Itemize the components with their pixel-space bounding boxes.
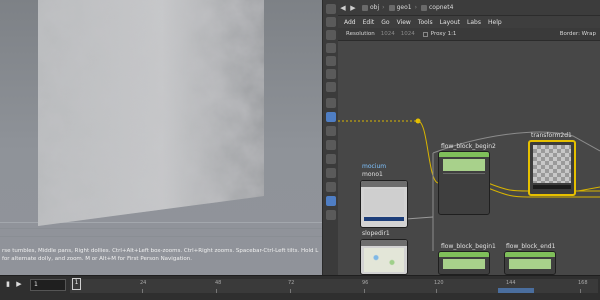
tick-label: 120	[434, 280, 444, 286]
proxy-label: Proxy 1:1	[430, 31, 457, 37]
timeline-track[interactable]: 24 48 72 96 120 144 168	[70, 279, 598, 293]
navigation-help-text: rse tumbles, Middle pans, Right dollies.…	[2, 248, 319, 262]
node-label-mono1: mono1	[362, 171, 383, 178]
tick-mark	[364, 289, 365, 293]
handle-tool-icon[interactable]	[326, 17, 336, 27]
background-tool-icon[interactable]	[326, 196, 336, 206]
geometry-icon	[388, 4, 395, 11]
grid-tool-icon[interactable]	[326, 56, 336, 66]
wireframe-tool-icon[interactable]	[326, 112, 336, 122]
lighting-tool-icon[interactable]	[326, 82, 336, 92]
normal-display-icon[interactable]	[326, 154, 336, 164]
tick-label: 144	[506, 280, 516, 286]
network-menubar: Add Edit Go View Tools Layout Labs Help	[338, 16, 600, 28]
stats-tool-icon[interactable]	[326, 210, 336, 220]
current-frame-field[interactable]: 1	[30, 279, 66, 291]
node-label-flow-begin1: flow_block_begin1	[441, 243, 496, 250]
node-label-flow-begin2: flow_block_begin2	[441, 143, 496, 150]
playbar: ▮ ▶ 1 24 48 72 96 120 144 168 1	[0, 275, 600, 300]
back-icon[interactable]: ◀	[338, 4, 348, 12]
node-flag-bar	[439, 152, 489, 157]
tick-label: 48	[215, 280, 222, 286]
houdini-window: rse tumbles, Middle pans, Right dollies.…	[0, 0, 600, 300]
camera-tool-icon[interactable]	[326, 30, 336, 40]
resolution-width[interactable]: 1024	[381, 31, 395, 37]
menu-labs[interactable]: Labs	[467, 19, 481, 26]
node-type-mono: mocium	[362, 163, 387, 170]
display-tool-icon[interactable]	[326, 69, 336, 79]
primitive-display-icon[interactable]	[326, 168, 336, 178]
copnet-icon	[420, 4, 427, 11]
scene-viewport[interactable]: rse tumbles, Middle pans, Right dollies.…	[0, 0, 322, 275]
tick-mark	[142, 289, 143, 293]
forward-icon[interactable]: ▶	[348, 4, 358, 12]
border-mode[interactable]: Border: Wrap	[560, 31, 596, 37]
network-editor[interactable]: ◀ ▶ obj › geo1 › copnet4 Add Edit Go View …	[338, 0, 600, 275]
node-thumbnail	[443, 259, 485, 269]
node-label-flow-end1: flow_block_end1	[506, 243, 556, 250]
breadcrumb-geo1[interactable]: geo1 ›	[388, 4, 417, 11]
shading-tool-icon[interactable]	[326, 98, 336, 108]
tick-label: 24	[140, 280, 147, 286]
proxy-checkbox[interactable]	[422, 31, 428, 37]
copnet-options-bar: Resolution 1024 1024 Proxy 1:1 Border: W…	[338, 28, 600, 41]
point-display-icon[interactable]	[326, 140, 336, 150]
node-thumbnail	[509, 259, 551, 269]
menu-layout[interactable]: Layout	[440, 19, 460, 26]
resolution-height[interactable]: 1024	[401, 31, 415, 37]
textured-plane[interactable]	[0, 0, 322, 275]
node-thumbnail	[533, 145, 571, 183]
network-icon	[362, 4, 368, 11]
menu-edit[interactable]: Edit	[363, 19, 375, 26]
tick-mark	[580, 289, 581, 293]
node-thumbnail	[364, 189, 404, 215]
pose-tool-icon[interactable]	[326, 4, 336, 14]
breadcrumb-copnet4[interactable]: copnet4	[420, 4, 453, 11]
node-flag-bar	[505, 252, 555, 257]
menu-help[interactable]: Help	[488, 19, 502, 26]
node-mono1[interactable]	[360, 180, 408, 228]
tick-mark	[436, 289, 437, 293]
tick-mark	[290, 289, 291, 293]
uv-display-icon[interactable]	[326, 182, 336, 192]
node-flow-block-begin1[interactable]	[438, 251, 490, 275]
node-thumbnail	[364, 248, 404, 272]
tick-mark	[216, 289, 217, 293]
selected-range[interactable]	[498, 288, 534, 293]
tick-label: 72	[288, 280, 295, 286]
node-slopedir1[interactable]	[360, 239, 408, 275]
menu-go[interactable]: Go	[381, 19, 389, 26]
resolution-label: Resolution	[346, 31, 375, 37]
node-label-slopedir1: slopedir1	[362, 230, 390, 237]
node-label-transform: transform2d1	[531, 132, 572, 139]
node-flow-block-begin2[interactable]	[438, 151, 490, 215]
snap-tool-icon[interactable]	[326, 43, 336, 53]
breadcrumb-obj[interactable]: obj ›	[362, 4, 385, 11]
path-bar: ◀ ▶ obj › geo1 › copnet4	[338, 0, 600, 16]
node-flow-block-end1[interactable]	[504, 251, 556, 275]
tick-label: 96	[362, 280, 369, 286]
node-flag-bar	[439, 252, 489, 257]
play-icon[interactable]: ▶	[14, 280, 24, 290]
menu-view[interactable]: View	[397, 19, 411, 26]
node-thumbnail	[443, 159, 485, 171]
ghost-tool-icon[interactable]	[326, 126, 336, 136]
node-header-bar	[361, 181, 407, 187]
viewport-toolbar	[322, 0, 338, 275]
playback-realtime-icon[interactable]: ▮	[3, 280, 13, 290]
time-cursor[interactable]: 1	[72, 278, 81, 290]
node-transform2d1[interactable]	[528, 140, 576, 196]
menu-add[interactable]: Add	[344, 19, 356, 26]
menu-tools[interactable]: Tools	[418, 19, 433, 26]
node-header-bar	[361, 240, 407, 246]
tick-label: 168	[578, 280, 588, 286]
